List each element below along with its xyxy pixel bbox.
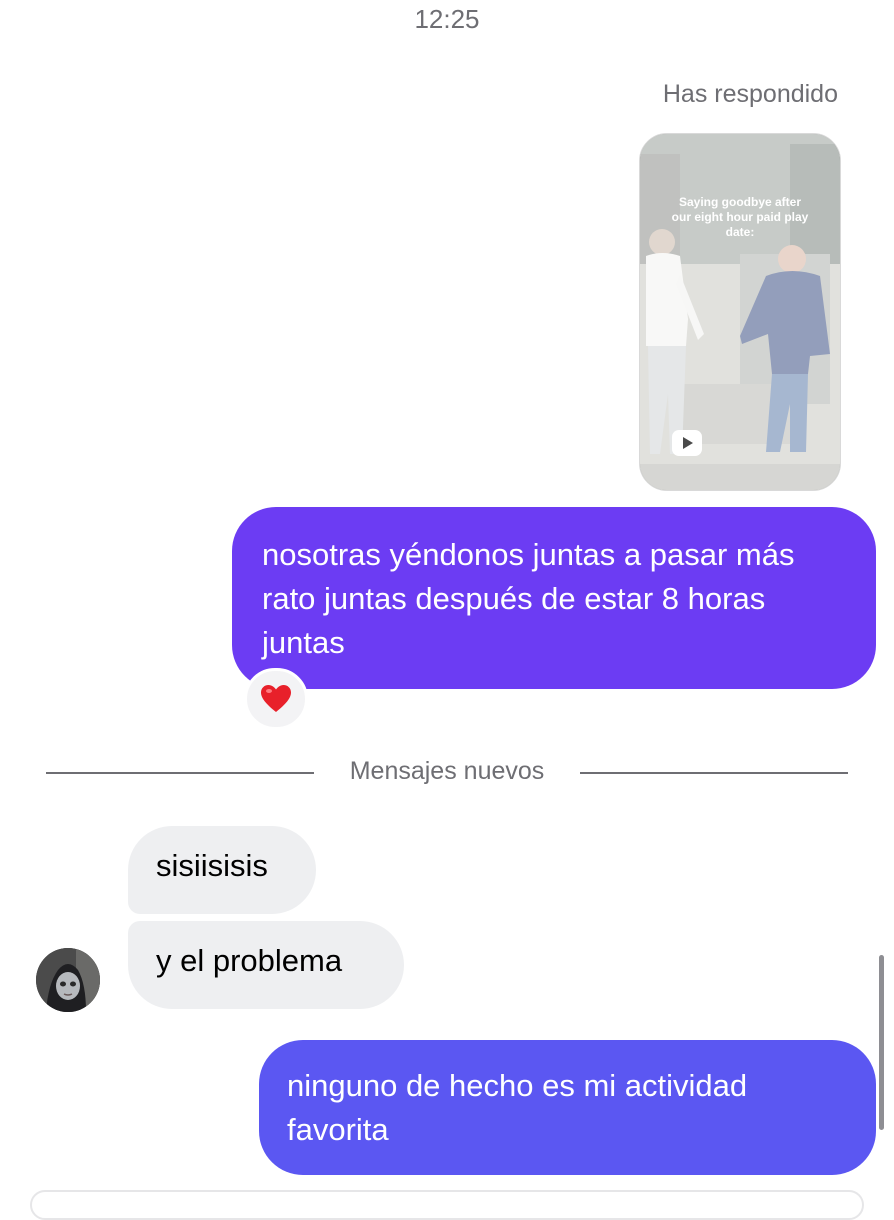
sent-message-bubble[interactable]: nosotras yéndonos juntas a pasar más rat… (232, 507, 876, 689)
avatar-image (36, 948, 100, 1012)
heart-icon (261, 685, 291, 712)
reel-fade-overlay (640, 134, 840, 490)
received-message-bubble[interactable]: sisiisisis (128, 826, 316, 914)
reel-caption: Saying goodbye after our eight hour paid… (671, 195, 809, 239)
sent-message-bubble[interactable]: ninguno de hecho es mi actividad favorit… (259, 1040, 876, 1175)
replied-label: Has respondido (662, 80, 838, 108)
avatar[interactable] (36, 948, 100, 1012)
received-message-bubble[interactable]: y el problema (128, 921, 404, 1009)
message-composer[interactable] (30, 1190, 864, 1220)
message-timestamp: 12:25 (414, 4, 480, 34)
heart-reaction[interactable] (244, 668, 308, 730)
shared-reel-thumbnail[interactable]: Saying goodbye after our eight hour paid… (639, 133, 841, 491)
new-messages-divider: Mensajes nuevos (349, 757, 545, 785)
play-icon (672, 430, 702, 456)
scrollbar[interactable] (879, 955, 884, 1130)
divider-line-right (580, 772, 848, 774)
divider-line-left (46, 772, 314, 774)
